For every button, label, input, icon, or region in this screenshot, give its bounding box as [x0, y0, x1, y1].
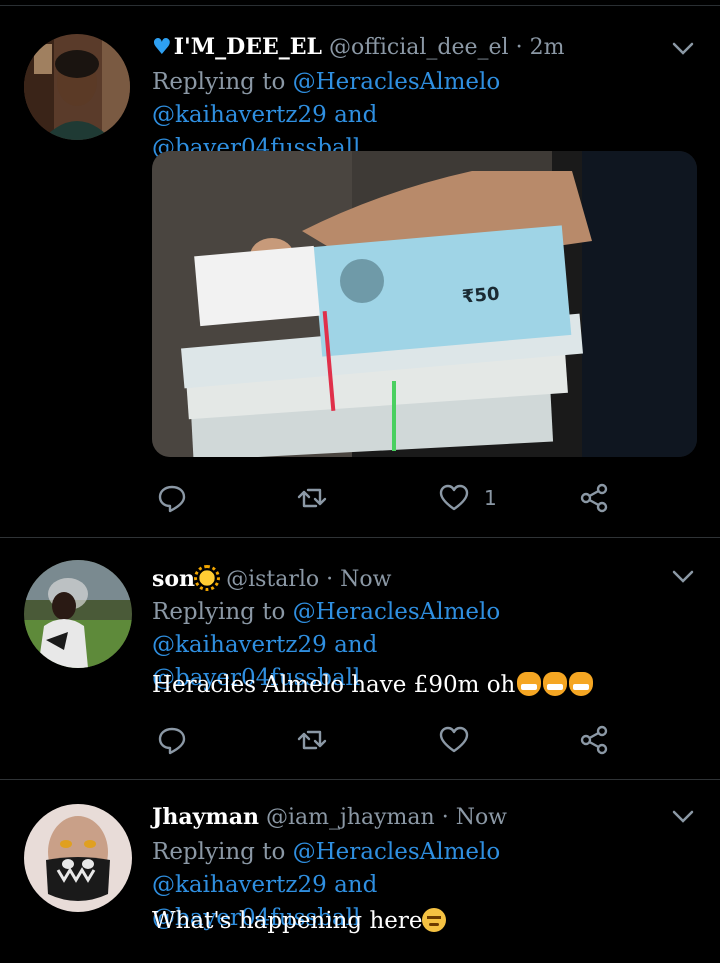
- retweet-button[interactable]: [296, 720, 328, 760]
- and-word[interactable]: and: [334, 102, 377, 128]
- replying-prefix: Replying to: [152, 599, 286, 625]
- heart-icon: [439, 484, 469, 511]
- mention-link[interactable]: @HeraclesAlmelo: [293, 69, 501, 95]
- share-icon: [580, 483, 608, 513]
- display-name[interactable]: I'M_DEE_EL: [174, 34, 322, 60]
- tweet-text-content: Heracles Almelo have £90m oh: [152, 672, 516, 698]
- retweet-icon: [297, 730, 327, 750]
- retweet-button[interactable]: [296, 478, 328, 518]
- like-button[interactable]: [438, 720, 470, 760]
- chevron-down-icon[interactable]: [672, 42, 694, 56]
- tweet-image[interactable]: ₹50: [152, 151, 697, 457]
- tweet-header: Jhayman @iam_jhayman · Now: [152, 804, 507, 830]
- timestamp[interactable]: 2m: [530, 35, 565, 60]
- tweet-header: son @istarlo · Now: [152, 565, 391, 592]
- tweet-text: Heracles Almelo have £90m oh: [152, 672, 594, 698]
- separator: ·: [441, 805, 449, 830]
- and-word[interactable]: and: [334, 632, 377, 658]
- mention-link[interactable]: @kaihavertz29: [152, 632, 327, 658]
- user-handle[interactable]: @istarlo: [226, 567, 319, 592]
- heart-icon: [439, 726, 469, 753]
- avatar[interactable]: [24, 34, 130, 140]
- timestamp[interactable]: Now: [456, 805, 507, 830]
- retweet-icon: [297, 488, 327, 508]
- mention-link[interactable]: @HeraclesAlmelo: [293, 599, 501, 625]
- user-handle[interactable]: @iam_jhayman: [266, 805, 435, 830]
- grinning-cat-emoji: [517, 672, 542, 696]
- separator: ·: [326, 567, 334, 592]
- avatar[interactable]: [24, 560, 132, 668]
- mention-link[interactable]: @HeraclesAlmelo: [293, 839, 501, 865]
- chevron-down-icon[interactable]: [672, 570, 694, 584]
- timestamp[interactable]: Now: [340, 567, 391, 592]
- grinning-cat-emoji: [569, 672, 594, 696]
- sun-emoji: [194, 565, 221, 591]
- and-word[interactable]: and: [334, 872, 377, 898]
- blue-heart-icon: ♥: [152, 35, 172, 60]
- share-button[interactable]: [578, 478, 610, 518]
- mention-link[interactable]: @kaihavertz29: [152, 102, 327, 128]
- tweet-actions: 1: [152, 478, 622, 518]
- tweet-header: ♥I'M_DEE_EL @official_dee_el · 2m: [152, 34, 564, 60]
- tweet-actions: [152, 720, 622, 760]
- top-divider: [0, 0, 720, 6]
- tweet[interactable]: son @istarlo · Now Replying to @Heracles…: [0, 538, 720, 780]
- reply-button[interactable]: [156, 478, 188, 518]
- share-icon: [580, 725, 608, 755]
- like-count: 1: [484, 486, 497, 510]
- user-handle[interactable]: @official_dee_el: [329, 35, 509, 60]
- tweet-text: What's happening here: [152, 908, 447, 934]
- grinning-cat-emoji: [543, 672, 568, 696]
- display-name[interactable]: Jhayman: [152, 804, 259, 830]
- separator: ·: [515, 35, 523, 60]
- reply-icon: [158, 485, 186, 513]
- mention-link[interactable]: @kaihavertz29: [152, 872, 327, 898]
- share-button[interactable]: [578, 720, 610, 760]
- tweet[interactable]: ♥I'M_DEE_EL @official_dee_el · 2m Replyi…: [0, 14, 720, 538]
- display-name[interactable]: son: [152, 566, 195, 592]
- like-button[interactable]: 1: [438, 478, 497, 518]
- reply-icon: [158, 727, 186, 755]
- svg-text:₹50: ₹50: [461, 284, 500, 308]
- angry-face-emoji: [422, 908, 447, 932]
- tweet-text-content: What's happening here: [152, 908, 423, 934]
- tweet[interactable]: Jhayman @iam_jhayman · Now Replying to @…: [0, 780, 720, 963]
- replying-prefix: Replying to: [152, 69, 286, 95]
- replying-prefix: Replying to: [152, 839, 286, 865]
- reply-button[interactable]: [156, 720, 188, 760]
- chevron-down-icon[interactable]: [672, 810, 694, 824]
- avatar[interactable]: [24, 804, 132, 912]
